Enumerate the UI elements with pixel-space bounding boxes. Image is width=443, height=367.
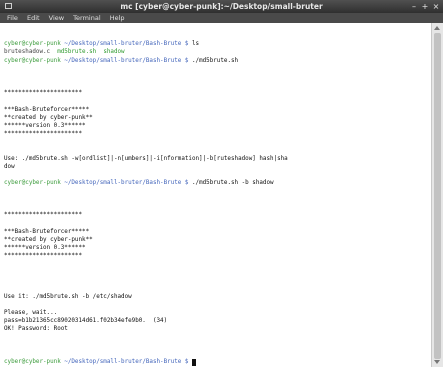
command-text: ./md5brute.sh -b shadow (191, 180, 274, 186)
minimize-button[interactable]: – (409, 0, 419, 13)
ls-entry: md5brute.sh (57, 49, 97, 55)
terminal-line: cyber@cyber-punk ~/Desktop/small-bruter/… (4, 41, 199, 48)
terminal-line: **created by cyber-punk** (4, 115, 93, 121)
prompt-path: ~/Desktop/small-bruter/Bash-Brute $ (60, 58, 192, 64)
vertical-scrollbar[interactable] (431, 23, 443, 367)
menu-edit[interactable]: Edit (27, 13, 40, 23)
prompt-path: ~/Desktop/small-bruter/Bash-Brute $ (60, 41, 192, 47)
terminal-line: Use: ./md5brute.sh -w[ordlist]|-n[umbers… (4, 156, 288, 162)
terminal-line: ***Bash-Bruteforcer***** (4, 107, 90, 113)
menu-bar: File Edit View Terminal Help (0, 13, 443, 23)
terminal-line: ******version 0.3****** (4, 123, 86, 129)
prompt-user: cyber@cyber-punk (4, 180, 61, 186)
scroll-down-arrow-icon[interactable] (434, 360, 440, 364)
maximize-button[interactable]: + (420, 0, 430, 13)
terminal-line: bruteshadow.c md5brute.sh shadow (4, 49, 125, 56)
prompt-user: cyber@cyber-punk (4, 58, 61, 64)
window-title: mc [cyber@cyber-punk]:~/Desktop/small-br… (120, 2, 323, 11)
terminal-line: cyber@cyber-punk ~/Desktop/small-bruter/… (4, 180, 274, 187)
menu-file[interactable]: File (7, 13, 18, 23)
terminal-line: ********************** (4, 253, 83, 259)
title-bar[interactable]: mc [cyber@cyber-punk]:~/Desktop/small-br… (0, 0, 443, 13)
prompt-path: ~/Desktop/small-bruter/Bash-Brute $ (60, 180, 192, 186)
terminal-line: dow (4, 164, 15, 170)
terminal-window: mc [cyber@cyber-punk]:~/Desktop/small-br… (0, 0, 443, 367)
command-text: ls (191, 41, 200, 47)
terminal-line: ********************** (4, 131, 83, 137)
prompt-path: ~/Desktop/small-bruter/Bash-Brute $ (60, 359, 192, 365)
menu-view[interactable]: View (49, 13, 64, 23)
menu-help[interactable]: Help (110, 13, 125, 23)
terminal-output[interactable]: cyber@cyber-punk ~/Desktop/small-bruter/… (0, 23, 431, 367)
terminal-line: ********************** (4, 212, 83, 218)
menu-terminal[interactable]: Terminal (73, 13, 100, 23)
ls-entry: shadow (103, 49, 125, 55)
command-text: ./md5brute.sh (191, 58, 239, 64)
terminal-line: cyber@cyber-punk ~/Desktop/small-bruter/… (4, 58, 238, 65)
text-cursor (191, 359, 196, 366)
terminal-line: **created by cyber-punk** (4, 237, 93, 243)
terminal-line: cyber@cyber-punk ~/Desktop/small-bruter/… (4, 359, 196, 366)
terminal-line: ***Bash-Bruteforcer***** (4, 229, 90, 235)
terminal-line: ********************** (4, 90, 83, 96)
terminal-line: OK! Password: Root (4, 326, 68, 332)
close-button[interactable]: × (431, 0, 441, 13)
terminal-line: ******version 0.3****** (4, 245, 86, 251)
prompt-user: cyber@cyber-punk (4, 41, 61, 47)
prompt-user: cyber@cyber-punk (4, 359, 61, 365)
ls-entry: bruteshadow.c (4, 49, 51, 55)
terminal-line: pass=b1b21365cc89020314d61.f02b34efe9b0.… (4, 318, 168, 324)
terminal-line: Please, wait... (4, 310, 58, 316)
scroll-up-arrow-icon[interactable] (434, 26, 440, 30)
scrollbar-thumb[interactable] (434, 33, 441, 359)
terminal-line: Use it: ./md5brute.sh -b /etc/shadow (4, 294, 132, 300)
